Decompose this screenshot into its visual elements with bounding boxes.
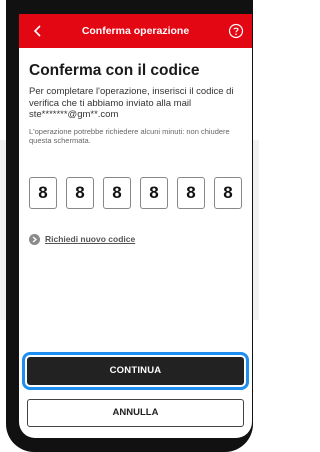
wait-note: L'operazione potrebbe richiedere alcuni …: [29, 126, 230, 146]
cancel-button[interactable]: ANNULLA: [27, 399, 244, 427]
header-title: Conferma operazione: [81, 25, 190, 37]
instruction-text: Per completare l'operazione, inserisci i…: [29, 86, 234, 120]
app-header: Conferma operazione: [19, 14, 252, 48]
back-button[interactable]: [29, 22, 47, 40]
question-circle-icon: [228, 23, 244, 39]
resend-code-label: Richiedi nuovo codice: [45, 234, 136, 244]
page-title: Conferma con il codice: [29, 62, 200, 79]
otp-digit-4[interactable]: 8: [140, 177, 168, 209]
resend-code-link[interactable]: Richiedi nuovo codice: [29, 232, 135, 246]
otp-digit-1[interactable]: 8: [29, 177, 57, 209]
app-screen: Conferma operazione Conferma con il codi…: [19, 14, 252, 438]
continue-button[interactable]: CONTINUA: [27, 357, 244, 385]
otp-digit-5[interactable]: 8: [177, 177, 205, 209]
arrow-right-circle-icon: [29, 233, 40, 245]
chevron-left-icon: [33, 25, 41, 37]
phone-frame: Conferma operazione Conferma con il codi…: [6, 0, 253, 452]
main-content: Conferma con il codice Per completare l'…: [29, 48, 242, 245]
otp-digit-3[interactable]: 8: [103, 177, 131, 209]
otp-digit-6[interactable]: 8: [214, 177, 242, 209]
otp-digit-2[interactable]: 8: [66, 177, 94, 209]
otp-code-row: 8 8 8 8 8 8: [29, 177, 242, 211]
help-button[interactable]: [228, 23, 244, 39]
